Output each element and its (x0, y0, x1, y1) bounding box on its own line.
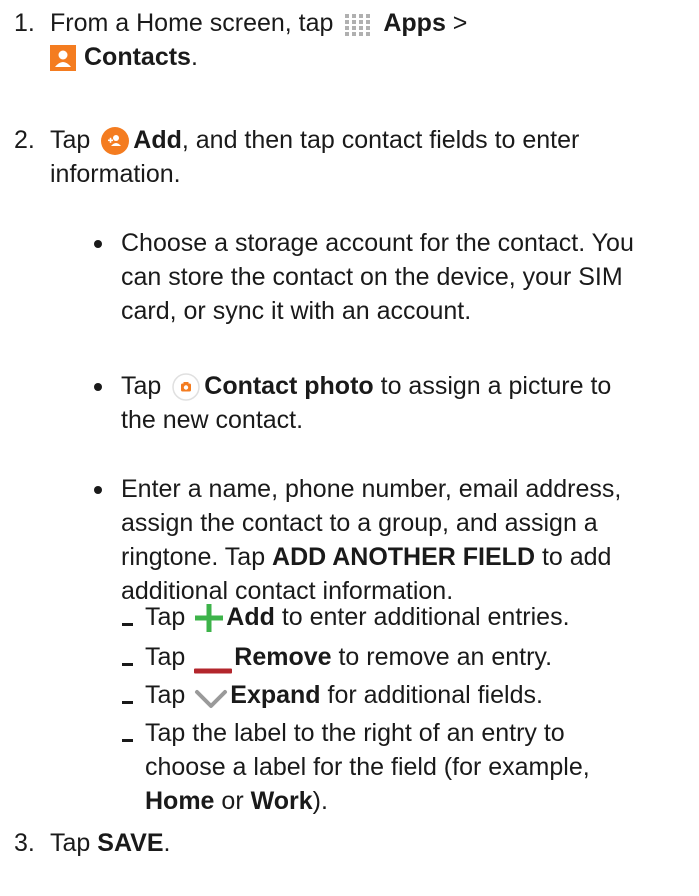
subitem-remove: Tap Remove to remove an entry. (0, 640, 699, 676)
bullet-text: Enter a name, phone number, email addres… (121, 472, 683, 608)
subitem-text-part: Tap (145, 603, 186, 631)
plus-icon (194, 603, 224, 633)
bullet-storage-account: Choose a storage account for the contact… (0, 226, 699, 336)
dash-marker (122, 739, 133, 742)
step-number: 3. (14, 829, 35, 857)
step-text-part: From a Home screen, tap (50, 9, 334, 37)
save-label: SAVE (97, 829, 164, 857)
add-contact-icon (101, 127, 130, 156)
add-another-field-label: ADD ANOTHER FIELD (272, 543, 535, 571)
bullet-marker (94, 486, 102, 494)
dash-marker (122, 701, 133, 704)
bullet-text-part: to add (541, 543, 612, 571)
step-text-part: , and then tap contact fields to enter (181, 126, 580, 154)
bullet-text-part: to assign a picture to (380, 372, 612, 400)
dash-marker (122, 623, 133, 626)
subitem-text-part: for additional fields. (327, 681, 543, 709)
bullet-text: Tap Contact photo to assign a picture to… (121, 369, 683, 437)
contacts-app-icon (50, 45, 76, 72)
contact-photo-label: Contact photo (204, 372, 374, 400)
expand-label: Expand (230, 681, 321, 709)
instructions-page: 1. From a Home screen, tap Apps > Contac… (0, 0, 699, 896)
punctuation: . (163, 829, 171, 857)
subitem-text-part: to remove an entry. (338, 643, 553, 671)
punctuation: ). (312, 787, 328, 815)
subitem-text: Tap Expand for additional fields. (145, 678, 683, 712)
add-label: Add (133, 126, 182, 154)
contacts-label: Contacts (84, 43, 191, 71)
subitem-line: Tap the label to the right of an entry t… (145, 719, 565, 747)
dash-marker (122, 663, 133, 666)
step-text: From a Home screen, tap Apps > Contacts. (50, 6, 683, 74)
subitem-expand: Tap Expand for additional fields. (0, 678, 699, 714)
bullet-marker (94, 240, 102, 248)
step-number: 1. (14, 9, 35, 37)
subitem-text-part: Tap (145, 681, 186, 709)
bullet-line: assign the contact to a group, and assig… (121, 509, 598, 537)
subitem-text-part: Tap (145, 643, 186, 671)
bullet-contact-photo: Tap Contact photo to assign a picture to… (0, 369, 699, 439)
add-entry-label: Add (226, 603, 275, 631)
subitem-line: choose a label for the field (for exampl… (145, 753, 590, 781)
remove-label: Remove (234, 643, 332, 671)
step-text-part: information. (50, 160, 181, 188)
punctuation: . (190, 43, 198, 71)
subitem-text-part: to enter additional entries. (281, 603, 570, 631)
step-number: 2. (14, 126, 35, 154)
work-label: Work (250, 787, 313, 815)
step-2: 2. Tap Add, and then tap contact fields … (0, 123, 699, 193)
step-1: 1. From a Home screen, tap Apps > Contac… (0, 6, 699, 86)
step-text: Tap SAVE. (50, 826, 683, 860)
camera-icon (172, 373, 201, 402)
subitem-add: Tap Add to enter additional entries. (0, 600, 699, 636)
bullet-text: Choose a storage account for the contact… (121, 226, 683, 328)
subitem-text: Tap the label to the right of an entry t… (145, 716, 683, 818)
step-text-part: Tap (50, 126, 91, 154)
subitem-text: Tap Remove to remove an entry. (145, 640, 683, 674)
bullet-line: card, or sync it with an account. (121, 297, 472, 325)
bullet-line: can store the contact on the device, you… (121, 263, 623, 291)
step-text: Tap Add, and then tap contact fields to … (50, 123, 683, 191)
subitem-text-part: or (221, 787, 244, 815)
home-label: Home (145, 787, 215, 815)
step-text-part: Tap (50, 829, 91, 857)
apps-label: Apps (383, 9, 446, 37)
bullet-text-part: ringtone. Tap (121, 543, 266, 571)
bullet-line: Enter a name, phone number, email addres… (121, 475, 622, 503)
bullet-text-part: Tap (121, 372, 162, 400)
chevron-down-icon (194, 685, 228, 709)
minus-icon (194, 652, 233, 674)
step-3: 3. Tap SAVE. (0, 826, 699, 866)
bullet-enter-details: Enter a name, phone number, email addres… (0, 472, 699, 612)
separator: > (452, 9, 468, 37)
subitem-text: Tap Add to enter additional entries. (145, 600, 683, 634)
bullet-line: Choose a storage account for the contact… (121, 229, 634, 257)
bullet-text-part: the new contact. (121, 406, 304, 434)
bullet-marker (94, 383, 102, 391)
grid-icon (344, 12, 372, 37)
